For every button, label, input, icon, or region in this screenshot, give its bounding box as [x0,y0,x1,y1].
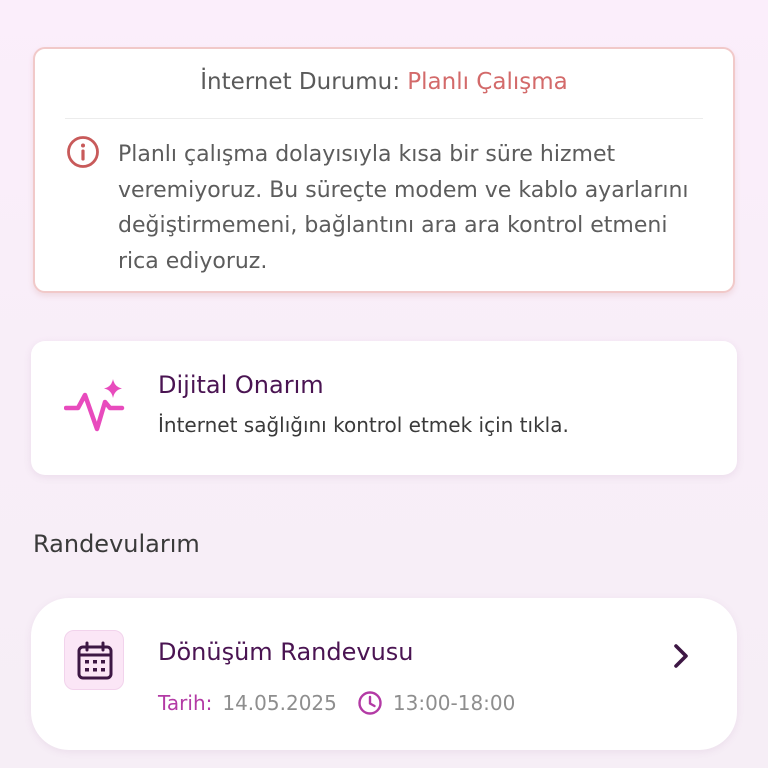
date-value: 14.05.2025 [222,691,337,715]
appointments-heading: Randevularım [33,530,200,558]
calendar-icon-box [64,630,124,690]
status-title: İnternet Durumu: Planlı Çalışma [35,69,733,95]
status-separator: : [392,69,400,95]
status-value: Planlı Çalışma [407,69,568,95]
appointment-card[interactable]: Dönüşüm Randevusu Tarih: 14.05.2025 13:0… [31,598,737,750]
pulse-sparkle-icon [63,377,126,435]
info-circle-icon [66,135,100,169]
status-label: İnternet Durumu [200,69,393,95]
appointment-meta: Tarih: 14.05.2025 13:00-18:00 [158,690,515,716]
digital-repair-card[interactable]: Dijital Onarım İnternet sağlığını kontro… [31,341,737,475]
repair-title: Dijital Onarım [158,371,324,399]
internet-status-card: İnternet Durumu: Planlı Çalışma Planlı ç… [33,47,735,293]
status-divider [65,118,703,119]
date-label: Tarih: [158,691,213,715]
repair-subtitle: İnternet sağlığını kontrol etmek için tı… [158,413,569,437]
status-message: Planlı çalışma dolayısıyla kısa bir süre… [118,142,689,274]
chevron-right-icon[interactable] [669,642,693,670]
time-value: 13:00-18:00 [392,691,516,715]
clock-icon [357,690,383,716]
appointment-title: Dönüşüm Randevusu [158,638,414,666]
